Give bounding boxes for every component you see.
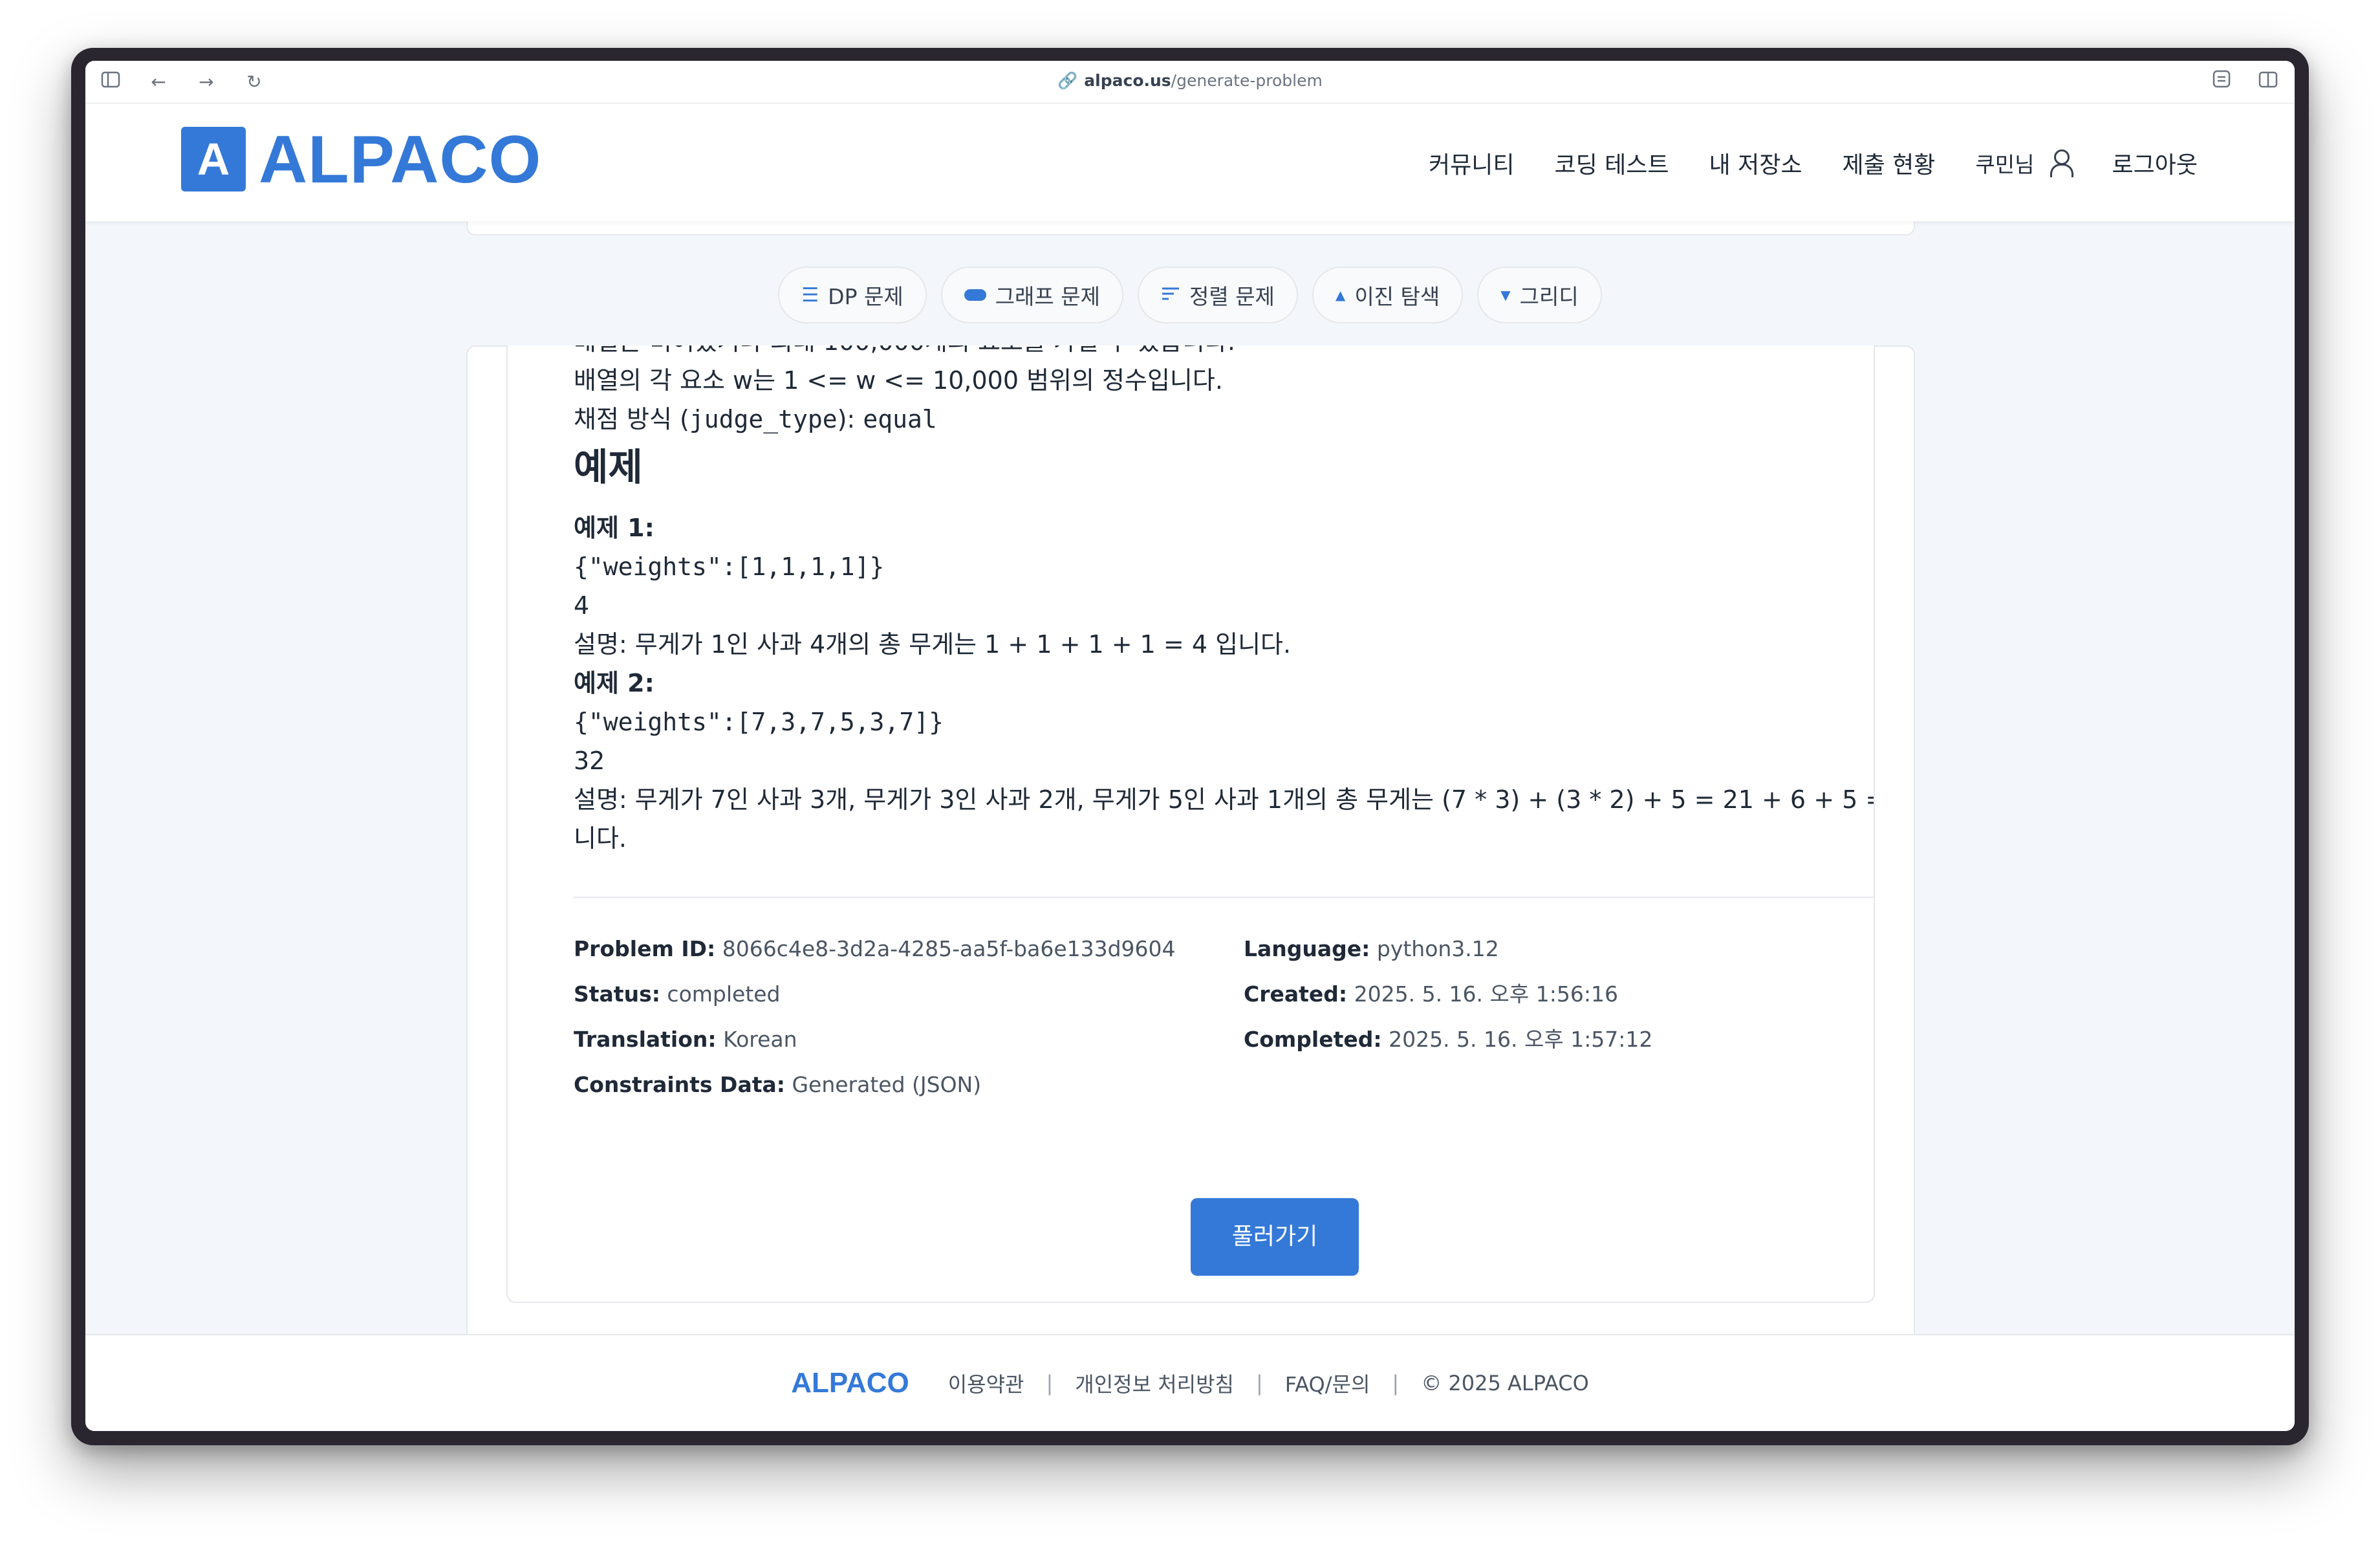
judge-type-line: 채점 방식 (judge_type): equal (574, 400, 1867, 439)
meta-completed: Completed: 2025. 5. 16. 오후 1:57:12 (1244, 1027, 1653, 1052)
meta-created: Created: 2025. 5. 16. 오후 1:56:16 (1244, 981, 1618, 1007)
list-icon: ☰ (801, 283, 819, 307)
filter-label: 그리디 (1519, 284, 1579, 309)
judge-value: equal (863, 405, 937, 433)
pill-icon (964, 289, 986, 301)
filter-label: 그래프 문제 (995, 284, 1100, 309)
url-path: /generate-problem (1171, 71, 1323, 90)
filter-label: 이진 탐색 (1354, 284, 1440, 309)
examples-heading: 예제 (574, 445, 643, 489)
example-1-title: 예제 1: (574, 514, 654, 542)
example-1-output: 4 (574, 591, 590, 620)
footer-copyright: © 2025 ALPACO (1421, 1371, 1589, 1395)
caret-up-icon: ▲ (1335, 287, 1346, 303)
logout-link[interactable]: 로그아웃 (2112, 146, 2198, 180)
category-filters: ☰ DP 문제 그래프 문제 정렬 문제 ▲ 이진 탐색 ▼ 그리디 (85, 267, 2295, 323)
problem-card: 배열은 비어있거나 최대 100,000개의 요소를 가질 수 있습니다. 배열… (506, 345, 1875, 1303)
footer-separator: | (1392, 1371, 1400, 1395)
meta-right: Language: python3.12 Created: 2025. 5. 1… (1244, 926, 1652, 1062)
judge-sep: ): (837, 405, 863, 433)
meta-problem-id: Problem ID: 8066c4e8-3d2a-4285-aa5f-ba6e… (574, 936, 1176, 961)
site-footer: ALPACO 이용약관 | 개인정보 처리방침 | FAQ/문의 | © 202… (85, 1334, 2295, 1431)
logo-text[interactable]: ALPACO (259, 122, 541, 199)
divider (574, 897, 1874, 898)
filter-sort[interactable]: 정렬 문제 (1137, 267, 1298, 323)
footer-separator: | (1255, 1371, 1263, 1395)
meta-constraints: Constraints Data: Generated (JSON) (574, 1072, 982, 1097)
example-2-input: {"weights":[7,3,7,5,3,7]} (574, 708, 944, 736)
nav-my-storage[interactable]: 내 저장소 (1709, 146, 1802, 180)
constraint-line: 배열의 각 요소 w는 1 <= w <= 10,000 범위의 정수입니다. (574, 366, 1223, 395)
sort-icon (1161, 284, 1180, 307)
example-2-output: 32 (574, 747, 605, 775)
caret-down-icon: ▼ (1500, 287, 1511, 303)
filter-label: 정렬 문제 (1189, 284, 1275, 309)
filter-binary-search[interactable]: ▲ 이진 탐색 (1312, 267, 1464, 323)
meta-status: Status: completed (574, 981, 781, 1007)
meta-left: Problem ID: 8066c4e8-3d2a-4285-aa5f-ba6e… (574, 926, 1176, 1108)
example-2-explanation-cont: 니다. (574, 824, 627, 853)
meta-language: Language: python3.12 (1244, 936, 1499, 961)
example-2-title: 예제 2: (574, 669, 654, 697)
footer-logo[interactable]: ALPACO (791, 1367, 909, 1399)
footer-privacy-link[interactable]: 개인정보 처리방침 (1075, 1368, 1234, 1398)
constraint-line-cut: 배열은 비어있거나 최대 100,000개의 요소를 가질 수 있습니다. (574, 345, 1235, 361)
footer-separator: | (1046, 1371, 1054, 1395)
footer-terms-link[interactable]: 이용약관 (948, 1368, 1024, 1398)
user-name: 쿠민님 (1975, 152, 2035, 177)
judge-key: judge_type (689, 405, 838, 433)
user-menu[interactable]: 쿠민님 (1975, 148, 2073, 179)
example-1-input: {"weights":[1,1,1,1]} (574, 552, 885, 581)
example-1-explanation: 설명: 무게가 1인 사과 4개의 총 무게는 1 + 1 + 1 + 1 = … (574, 630, 1292, 659)
link-icon: 🔗 (1057, 71, 1078, 90)
nav-coding-test[interactable]: 코딩 테스트 (1555, 146, 1669, 180)
browser-window: ← → ↻ 🔗 alpaco.us/generate-problem A ALPA… (85, 61, 2295, 1431)
nav-submissions[interactable]: 제출 현황 (1842, 146, 1935, 180)
address-bar[interactable]: 🔗 alpaco.us/generate-problem (85, 71, 2295, 91)
filter-dp[interactable]: ☰ DP 문제 (778, 267, 927, 323)
footer-faq-link[interactable]: FAQ/문의 (1285, 1368, 1370, 1398)
browser-toolbar: ← → ↻ 🔗 alpaco.us/generate-problem (85, 61, 2295, 104)
nav-community[interactable]: 커뮤니티 (1429, 146, 1514, 180)
judge-prefix: 채점 방식 ( (574, 405, 689, 433)
filter-greedy[interactable]: ▼ 그리디 (1477, 267, 1602, 323)
meta-translation: Translation: Korean (574, 1027, 797, 1052)
reader-icon[interactable] (2209, 70, 2234, 94)
url-host: alpaco.us (1084, 71, 1171, 90)
example-2-explanation: 설명: 무게가 7인 사과 3개, 무게가 3인 사과 2개, 무게가 5인 사… (574, 785, 1875, 814)
problem-description: 배열은 비어있거나 최대 100,000개의 요소를 가질 수 있습니다. 배열… (574, 345, 1875, 858)
logo-icon[interactable]: A (181, 127, 246, 191)
main-nav: 커뮤니티 코딩 테스트 내 저장소 제출 현황 쿠민님 로그아웃 (1389, 144, 2198, 182)
split-view-icon[interactable] (2256, 70, 2280, 94)
solve-button[interactable]: 풀러가기 (1191, 1198, 1359, 1276)
filter-label: DP 문제 (828, 284, 903, 309)
user-icon (2049, 149, 2073, 177)
site-header: A ALPACO 커뮤니티 코딩 테스트 내 저장소 제출 현황 쿠민님 로그아… (85, 104, 2295, 221)
filter-graph[interactable]: 그래프 문제 (940, 267, 1123, 323)
